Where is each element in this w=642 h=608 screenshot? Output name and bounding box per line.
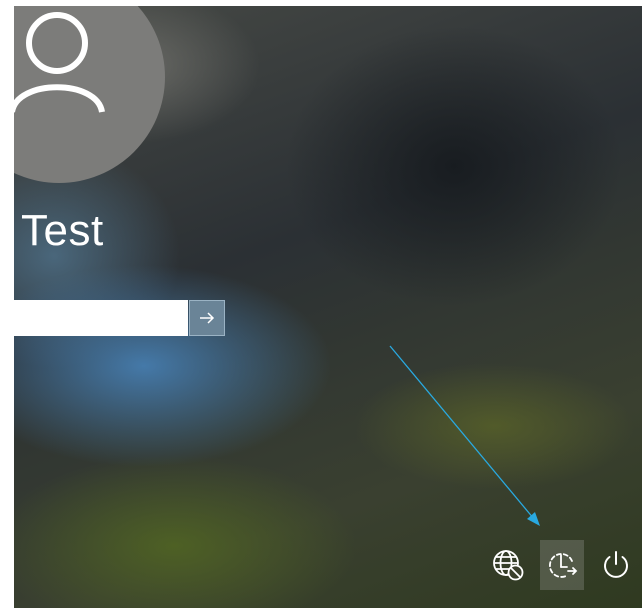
power-icon (604, 551, 628, 578)
network-button[interactable] (486, 540, 530, 590)
network-disconnected-icon (493, 550, 524, 581)
lock-screen: Test (14, 6, 642, 608)
power-button[interactable] (594, 540, 638, 590)
ease-of-access-icon (549, 553, 578, 578)
ease-of-access-button[interactable] (540, 540, 584, 590)
annotation-arrow (389, 345, 540, 526)
